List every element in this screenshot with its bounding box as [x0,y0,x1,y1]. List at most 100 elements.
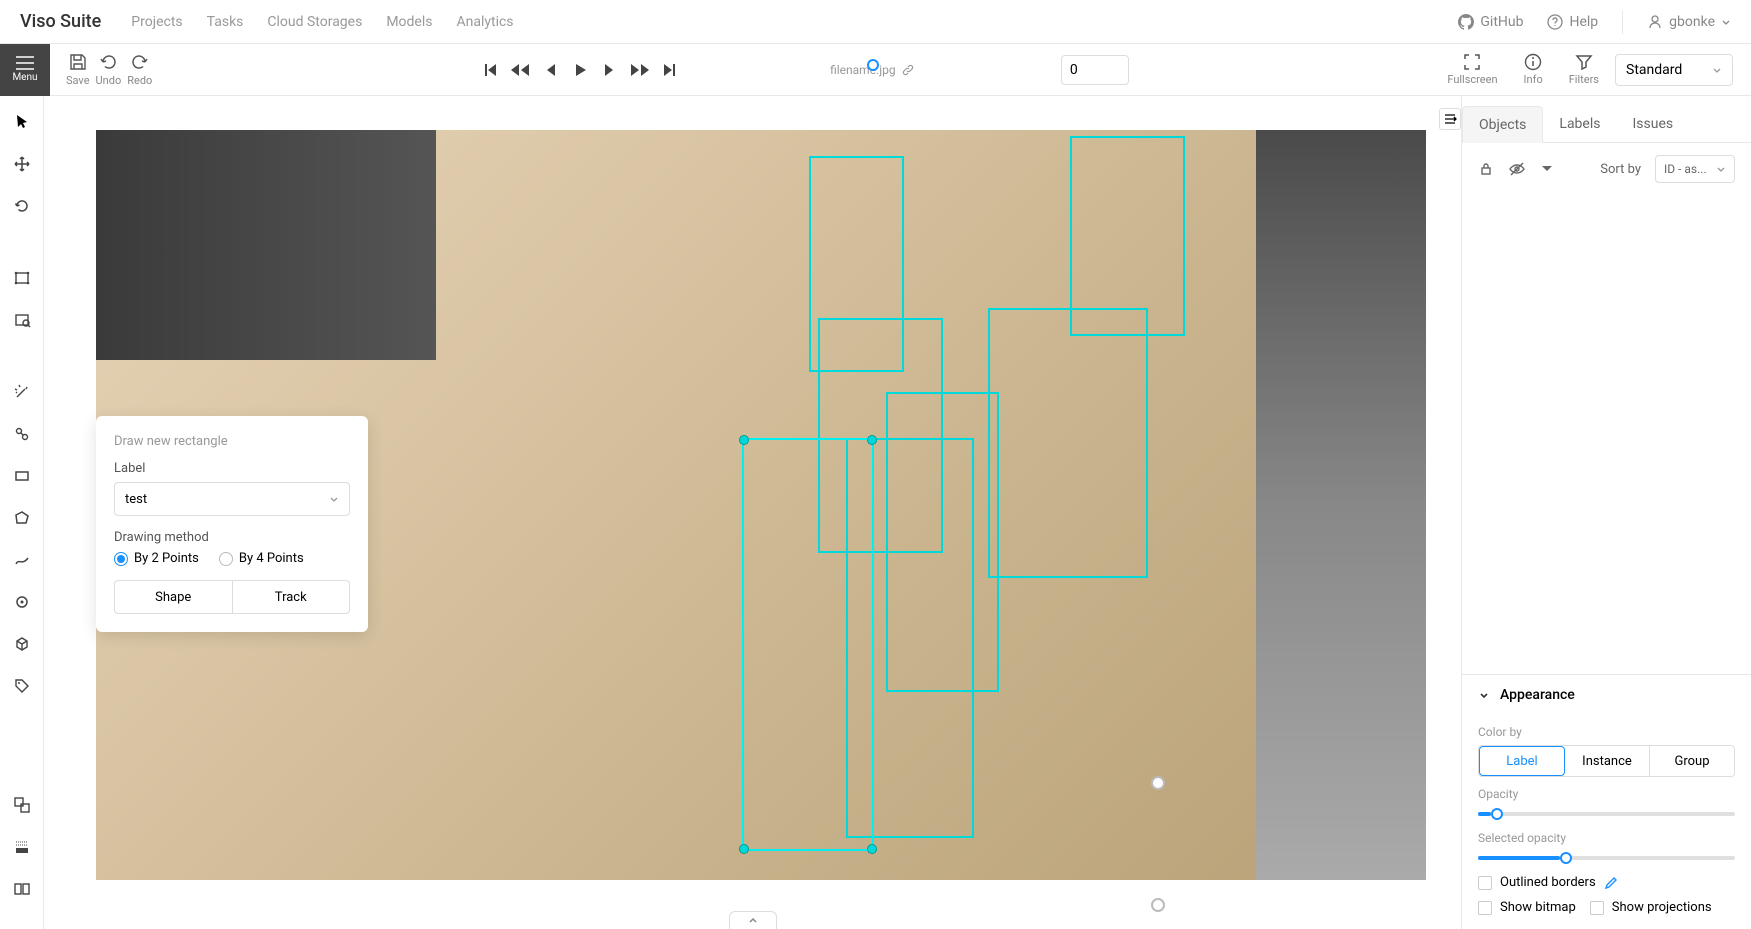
next-frame-button[interactable] [597,57,623,83]
fit-tool[interactable] [10,266,34,290]
opacity-slider[interactable] [1478,807,1735,821]
seg-instance-button[interactable]: Instance [1565,746,1650,776]
nav-right: GitHub Help gbonke [1458,10,1731,34]
dropdown-icon[interactable] [1540,164,1554,174]
nav-links: Projects Tasks Cloud Storages Models Ana… [131,14,1458,30]
show-bitmap-check[interactable]: Show bitmap [1478,900,1576,915]
bottom-panel-expand[interactable] [729,911,777,929]
selected-opacity-slider[interactable] [1478,851,1735,865]
bbox-3[interactable] [818,318,943,553]
redo-button[interactable]: Redo [127,52,152,87]
play-button[interactable] [567,57,593,83]
label-select[interactable]: test [114,482,350,516]
nav-tasks[interactable]: Tasks [207,14,244,30]
show-projections-check[interactable]: Show projections [1590,900,1712,915]
workspace-select[interactable]: Standard [1615,54,1733,86]
nav-analytics[interactable]: Analytics [456,14,513,30]
tag-tool[interactable] [10,674,34,698]
nav-projects[interactable]: Projects [131,14,182,30]
panel-collapse-button[interactable] [1439,108,1461,130]
outlined-borders-check[interactable]: Outlined borders [1478,875,1735,890]
seg-label-button[interactable]: Label [1479,746,1565,776]
menu-button[interactable]: Menu [0,44,50,96]
rewind-button[interactable] [507,57,533,83]
tab-labels[interactable]: Labels [1543,106,1616,142]
move-tool[interactable] [10,152,34,176]
nav-cloud-storages[interactable]: Cloud Storages [267,14,362,30]
radio-2-points[interactable]: By 2 Points [114,551,199,566]
frame-number-input[interactable] [1061,55,1129,85]
group-tool[interactable] [10,793,34,817]
polyline-tool[interactable] [10,548,34,572]
bbox-1[interactable] [809,156,904,372]
undo-label: Undo [96,74,122,87]
info-button[interactable]: Info [1514,53,1553,86]
cursor-icon [13,113,31,131]
user-menu[interactable]: gbonke [1647,14,1731,30]
track-button[interactable]: Track [233,580,351,614]
appearance-header[interactable]: Appearance [1462,675,1751,715]
frame-slider-knob[interactable] [867,59,879,71]
tab-objects[interactable]: Objects [1462,106,1543,143]
resize-handle-bl[interactable] [739,844,749,854]
bbox-2[interactable] [1070,136,1185,336]
opacity-knob[interactable] [1491,808,1503,820]
link-icon[interactable] [902,64,914,76]
cuboid-tool[interactable] [10,632,34,656]
brand-logo: Viso Suite [20,11,101,32]
github-link[interactable]: GitHub [1458,14,1523,30]
seg-group-button[interactable]: Group [1650,746,1734,776]
cursor-tool[interactable] [10,110,34,134]
save-button[interactable]: Save [66,52,90,87]
help-label: Help [1569,14,1598,30]
lock-icon[interactable] [1478,161,1494,177]
nav-models[interactable]: Models [386,14,432,30]
bbox-4[interactable] [988,308,1148,578]
brush-tool[interactable] [10,835,34,859]
rotate-tool[interactable] [10,194,34,218]
bbox-6[interactable] [846,438,974,838]
polyline-icon [13,551,31,569]
filters-button[interactable]: Filters [1559,53,1609,86]
resize-handle-br[interactable] [867,844,877,854]
bbox-selected[interactable] [742,438,874,851]
range-knob-2[interactable] [1151,898,1165,912]
resize-handle-tr[interactable] [867,435,877,445]
fullscreen-button[interactable]: Fullscreen [1437,53,1507,86]
pencil-icon[interactable] [1604,876,1618,890]
visibility-off-icon[interactable] [1508,161,1526,177]
magic-tool[interactable] [10,380,34,404]
sort-select[interactable]: ID - as... [1655,155,1735,183]
appearance-section: Appearance Color by Label Instance Group… [1462,674,1751,929]
opacity-label: Opacity [1478,787,1735,801]
last-frame-button[interactable] [657,57,683,83]
ai-tool[interactable] [10,422,34,446]
panel-tabs: Objects Labels Issues [1462,96,1751,143]
selected-opacity-knob[interactable] [1560,852,1572,864]
radio-4-points[interactable]: By 4 Points [219,551,304,566]
prev-frame-button[interactable] [537,57,563,83]
resize-handle-tl[interactable] [739,435,749,445]
points-tool[interactable] [10,590,34,614]
rectangle-tool[interactable] [10,464,34,488]
region-tool[interactable] [10,308,34,332]
range-knob-1[interactable] [1151,776,1165,790]
draw-mode-buttons: Shape Track [114,580,350,614]
hamburger-icon [16,56,34,70]
shape-button[interactable]: Shape [114,580,233,614]
popup-title: Draw new rectangle [114,434,350,449]
radio-4-points-label: By 4 Points [239,551,304,566]
split-tool[interactable] [10,877,34,901]
polygon-tool[interactable] [10,506,34,530]
help-link[interactable]: Help [1547,14,1598,30]
tab-issues[interactable]: Issues [1616,106,1689,142]
info-icon [1524,53,1542,71]
workspace-value: Standard [1626,62,1682,78]
first-frame-button[interactable] [477,57,503,83]
radio-dot [219,552,233,566]
undo-button[interactable]: Undo [96,52,122,87]
rectangle-icon [13,467,31,485]
forward-button[interactable] [627,57,653,83]
canvas-area[interactable]: Draw new rectangle Label test Drawing me… [44,96,1461,929]
bbox-5[interactable] [886,392,999,692]
